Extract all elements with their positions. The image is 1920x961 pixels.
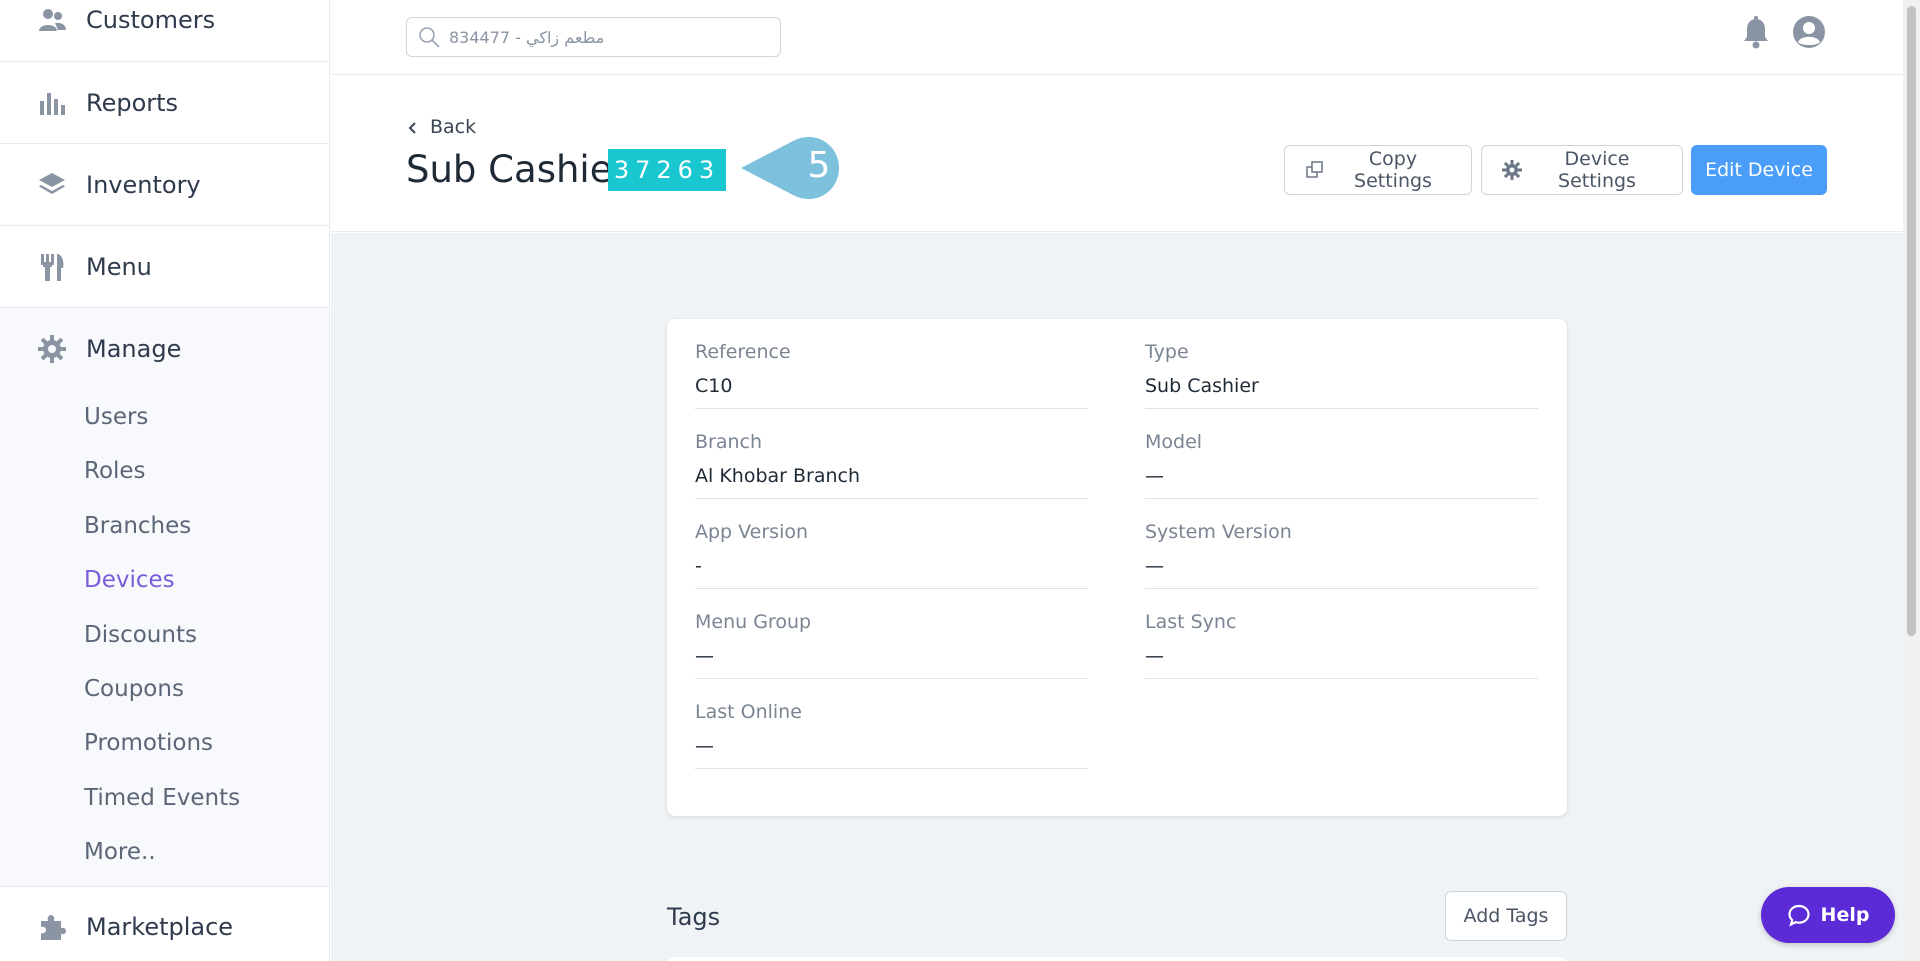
field-value: — <box>695 645 714 667</box>
bell-icon[interactable] <box>1741 16 1771 50</box>
sidebar-item-label: Reports <box>86 88 179 117</box>
field-value: — <box>1145 465 1164 487</box>
edit-device-button[interactable]: Edit Device <box>1691 145 1827 195</box>
copy-settings-label: Copy Settings <box>1354 148 1432 192</box>
user-avatar-icon[interactable] <box>1792 15 1826 49</box>
field-label: Branch <box>695 431 763 453</box>
bar-chart-icon <box>36 87 68 119</box>
field-reference: Reference C10 <box>695 319 1088 409</box>
field-app-version: App Version - <box>695 499 1088 589</box>
tags-heading: Tags <box>667 903 721 931</box>
field-type: Type Sub Cashier <box>1145 319 1538 409</box>
help-button[interactable]: Help <box>1761 887 1895 943</box>
topbar <box>331 0 1903 75</box>
add-tags-button[interactable]: Add Tags <box>1445 891 1567 941</box>
field-value: — <box>1145 645 1164 667</box>
sidebar: Customers Reports Inventory Menu Manage … <box>0 0 330 961</box>
search-box[interactable] <box>406 17 781 57</box>
step-pointer: 5 <box>741 137 841 199</box>
field-label: System Version <box>1145 521 1292 543</box>
search-input[interactable] <box>449 27 749 47</box>
sidebar-item-label: Inventory <box>86 170 201 199</box>
page-title: Sub Cashier <box>406 148 628 191</box>
gear-icon <box>36 333 68 365</box>
field-model: Model — <box>1145 409 1538 499</box>
chat-bubble-icon <box>1787 903 1811 927</box>
field-label: Reference <box>695 341 791 363</box>
sidebar-subitem-users[interactable]: Users <box>0 390 329 444</box>
device-settings-button[interactable]: Device Settings <box>1481 145 1683 195</box>
layers-icon <box>36 169 68 201</box>
field-value: - <box>695 555 702 577</box>
sidebar-item-label: Customers <box>86 6 216 34</box>
sidebar-manage-group: Manage Users Roles Branches Devices Disc… <box>0 308 329 887</box>
field-label: Menu Group <box>695 611 812 633</box>
puzzle-icon <box>36 911 68 943</box>
scrollbar-thumb[interactable] <box>1907 6 1916 636</box>
copy-settings-button[interactable]: Copy Settings <box>1284 145 1472 195</box>
device-details-card: Reference C10 Type Sub Cashier Branch Al… <box>667 319 1567 816</box>
field-label: Last Sync <box>1145 611 1237 633</box>
sidebar-item-customers[interactable]: Customers <box>0 0 329 62</box>
sidebar-subitem-branches[interactable]: Branches <box>0 499 329 553</box>
search-icon <box>417 25 441 49</box>
sidebar-item-manage[interactable]: Manage <box>0 308 329 390</box>
field-value: C10 <box>695 375 733 397</box>
sidebar-item-menu[interactable]: Menu <box>0 226 329 308</box>
field-value: Sub Cashier <box>1145 375 1259 397</box>
back-label: Back <box>430 116 477 138</box>
sidebar-item-inventory[interactable]: Inventory <box>0 144 329 226</box>
users-icon <box>36 6 68 38</box>
back-link[interactable]: Back <box>406 116 476 138</box>
tags-card <box>667 957 1567 961</box>
sidebar-subitem-more[interactable]: More.. <box>0 825 329 879</box>
help-label: Help <box>1820 904 1870 926</box>
page-header: Back Sub Cashier 37263 5 Copy Settings D… <box>331 76 1903 232</box>
field-branch: Branch Al Khobar Branch <box>695 409 1088 499</box>
field-label: App Version <box>695 521 809 543</box>
field-value: — <box>1145 555 1164 577</box>
field-system-version: System Version — <box>1145 499 1538 589</box>
sidebar-item-label: Menu <box>86 252 152 281</box>
copy-icon <box>1305 160 1325 180</box>
sidebar-item-reports[interactable]: Reports <box>0 62 329 144</box>
sidebar-subitem-devices[interactable]: Devices <box>0 553 329 607</box>
field-label: Type <box>1145 341 1189 363</box>
page-scrollbar[interactable] <box>1903 0 1920 961</box>
field-menu-group: Menu Group — <box>695 589 1088 679</box>
sidebar-subitem-promotions[interactable]: Promotions <box>0 716 329 770</box>
sidebar-item-marketplace[interactable]: Marketplace <box>0 886 329 961</box>
field-last-online: Last Online — <box>695 679 1088 769</box>
utensils-icon <box>36 251 68 283</box>
field-last-sync: Last Sync — <box>1145 589 1538 679</box>
device-settings-label: Device Settings <box>1558 148 1636 192</box>
sidebar-subitem-roles[interactable]: Roles <box>0 444 329 498</box>
device-code-badge: 37263 <box>608 149 726 191</box>
main-content: Reference C10 Type Sub Cashier Branch Al… <box>331 233 1903 961</box>
sidebar-item-label: Marketplace <box>86 913 234 942</box>
sidebar-item-label: Manage <box>86 335 182 363</box>
field-label: Last Online <box>695 701 802 723</box>
field-label: Model <box>1145 431 1203 453</box>
sidebar-subitem-discounts[interactable]: Discounts <box>0 608 329 662</box>
field-value: Al Khobar Branch <box>695 465 861 487</box>
step-number: 5 <box>807 145 831 186</box>
sidebar-subitem-coupons[interactable]: Coupons <box>0 662 329 716</box>
field-value: — <box>695 735 714 757</box>
gear-icon <box>1502 160 1522 180</box>
sidebar-subitem-timed-events[interactable]: Timed Events <box>0 771 329 825</box>
chevron-left-icon <box>406 120 420 134</box>
